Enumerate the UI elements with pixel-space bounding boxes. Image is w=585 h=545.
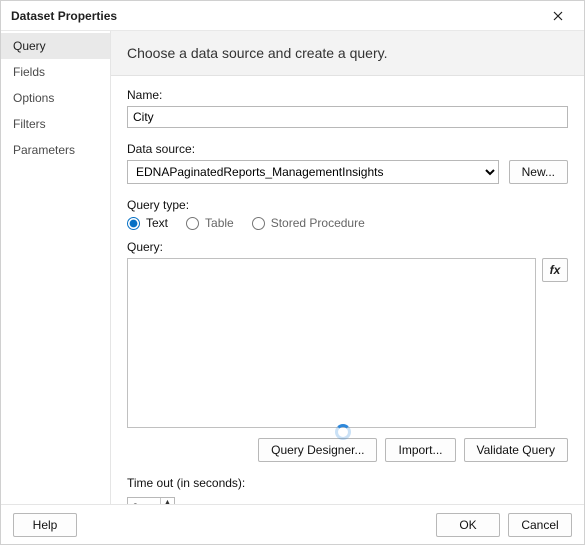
radio-table-input[interactable] [186, 217, 199, 230]
radio-table[interactable]: Table [186, 216, 234, 230]
page-title: Choose a data source and create a query. [127, 45, 387, 61]
main-form: Name: Data source: EDNAPaginatedReports_… [111, 76, 584, 504]
querytype-radios: Text Table Stored Procedure [127, 216, 568, 230]
sidebar-item-query[interactable]: Query [1, 33, 110, 59]
sidebar-item-options[interactable]: Options [1, 85, 110, 111]
main-panel: Choose a data source and create a query.… [111, 31, 584, 504]
radio-text-input[interactable] [127, 217, 140, 230]
main-header: Choose a data source and create a query. [111, 31, 584, 76]
titlebar: Dataset Properties [1, 1, 584, 31]
timeout-stepper[interactable]: ▲ ▼ [127, 497, 175, 504]
close-icon [553, 11, 563, 21]
radio-sp-input[interactable] [252, 217, 265, 230]
sidebar-item-label: Filters [13, 117, 46, 131]
expression-button[interactable]: fx [542, 258, 568, 282]
sidebar-item-label: Options [13, 91, 54, 105]
dialog-body: Query Fields Options Filters Parameters … [1, 31, 584, 504]
radio-label: Text [146, 216, 168, 230]
radio-label: Table [205, 216, 234, 230]
query-label: Query: [127, 240, 568, 254]
query-textarea[interactable] [127, 258, 536, 428]
name-label: Name: [127, 88, 568, 102]
querytype-label: Query type: [127, 198, 568, 212]
radio-text[interactable]: Text [127, 216, 168, 230]
ok-button[interactable]: OK [436, 513, 500, 537]
import-button[interactable]: Import... [385, 438, 455, 462]
datasource-select[interactable]: EDNAPaginatedReports_ManagementInsights [127, 160, 499, 184]
fx-icon: fx [550, 263, 561, 277]
sidebar-item-filters[interactable]: Filters [1, 111, 110, 137]
close-button[interactable] [540, 2, 576, 30]
sidebar-item-label: Fields [13, 65, 45, 79]
sidebar: Query Fields Options Filters Parameters [1, 31, 111, 504]
sidebar-item-parameters[interactable]: Parameters [1, 137, 110, 163]
validate-query-button[interactable]: Validate Query [464, 438, 569, 462]
query-designer-button[interactable]: Query Designer... [258, 438, 377, 462]
name-input[interactable] [127, 106, 568, 128]
loading-spinner-icon [335, 424, 351, 440]
timeout-label: Time out (in seconds): [127, 476, 568, 490]
radio-label: Stored Procedure [271, 216, 365, 230]
sidebar-item-label: Query [13, 39, 46, 53]
cancel-button[interactable]: Cancel [508, 513, 572, 537]
dataset-properties-dialog: Dataset Properties Query Fields Options … [0, 0, 585, 545]
sidebar-item-fields[interactable]: Fields [1, 59, 110, 85]
datasource-label: Data source: [127, 142, 568, 156]
help-button[interactable]: Help [13, 513, 77, 537]
window-title: Dataset Properties [11, 9, 540, 23]
sidebar-item-label: Parameters [13, 143, 75, 157]
query-button-row: Query Designer... Import... Validate Que… [127, 438, 568, 462]
radio-stored-procedure[interactable]: Stored Procedure [252, 216, 365, 230]
footer: Help OK Cancel [1, 504, 584, 544]
new-datasource-button[interactable]: New... [509, 160, 568, 184]
